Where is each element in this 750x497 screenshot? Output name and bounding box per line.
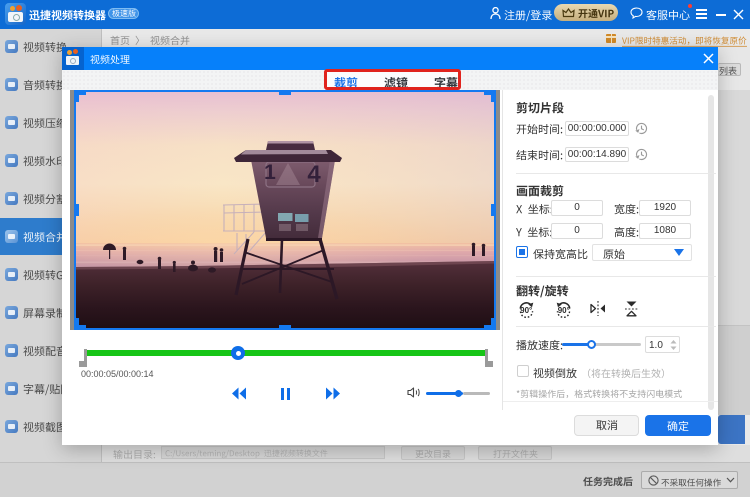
svg-text:90°: 90° bbox=[558, 306, 570, 315]
svg-text:90°: 90° bbox=[520, 306, 532, 315]
svg-text:1: 1 bbox=[264, 161, 276, 184]
svg-text:4: 4 bbox=[307, 161, 321, 188]
